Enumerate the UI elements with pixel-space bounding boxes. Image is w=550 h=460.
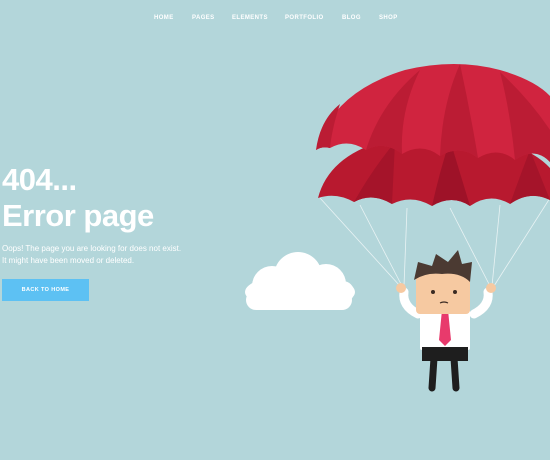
left-hand [396,283,406,293]
head [416,270,470,314]
right-hand [486,283,496,293]
cloud-icon [245,252,355,310]
parachute-canopy [316,64,550,206]
parachuting-man-illustration [245,64,550,392]
man-character [396,250,496,392]
